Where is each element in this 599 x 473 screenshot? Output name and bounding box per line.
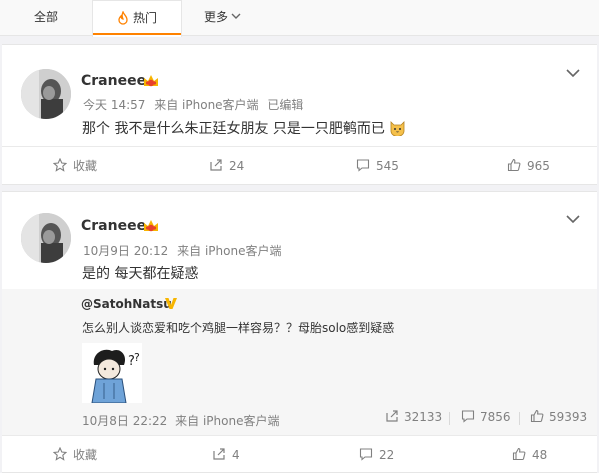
repost-repost-button[interactable]: 32133 <box>385 410 442 424</box>
post-text: 那个 我不是什么朱正廷女朋友 只是一只肥鹌而已 <box>82 118 406 138</box>
repost-count: 4 <box>232 448 240 462</box>
vip-crown-icon[interactable] <box>142 73 160 89</box>
edited-label[interactable]: 已编辑 <box>267 98 303 112</box>
repost-count: 24 <box>229 159 245 173</box>
repost-meta: 10月8日 22:22 来自 iPhone客户端 <box>82 412 283 429</box>
avatar[interactable] <box>21 213 71 263</box>
tab-hot[interactable]: 热门 <box>92 0 182 37</box>
repost-comment-count: 7856 <box>480 410 511 424</box>
cat-emoji-icon <box>390 121 405 137</box>
action-bar: 收藏 24 545 965 <box>2 146 597 184</box>
post-card: Craneee 今天 14:57 来自 iPhone客户端 已编辑 那个 我不是… <box>2 44 597 185</box>
chevron-down-icon[interactable] <box>566 214 580 224</box>
comment-button[interactable]: 545 <box>356 147 399 185</box>
username[interactable]: Craneee <box>81 73 146 89</box>
like-count: 48 <box>532 448 548 462</box>
post-meta: 今天 14:57 来自 iPhone客户端 已编辑 <box>83 96 308 113</box>
svg-text:?: ? <box>134 351 140 364</box>
active-tab-indicator <box>93 33 181 35</box>
favorite-button[interactable]: 收藏 <box>52 147 98 185</box>
divider <box>519 412 520 425</box>
repost-time[interactable]: 10月8日 22:22 <box>82 414 167 428</box>
tab-all[interactable]: 全部 <box>34 0 58 36</box>
star-icon <box>52 446 68 461</box>
tab-bar: 全部 热门 更多 <box>0 0 599 37</box>
favorite-button[interactable]: 收藏 <box>52 436 98 473</box>
repost-like-count: 59393 <box>549 410 588 424</box>
like-button[interactable]: 48 <box>512 436 547 473</box>
repost-comment-button[interactable]: 7856 <box>461 410 511 424</box>
chevron-down-icon <box>231 13 241 19</box>
thumbs-up-icon <box>507 158 521 172</box>
post-time[interactable]: 今天 14:57 <box>83 98 145 112</box>
post-source[interactable]: 来自 iPhone客户端 <box>177 244 281 258</box>
avatar[interactable] <box>21 69 71 119</box>
repost-icon <box>386 410 398 422</box>
post-time[interactable]: 10月9日 20:12 <box>83 244 168 258</box>
post-text-body: 那个 我不是什么朱正廷女朋友 只是一只肥鹌而已 <box>82 121 385 137</box>
repost-text: 怎么别人谈恋爱和吃个鸡腿一样容易？？母胎solo感到疑惑 <box>82 321 395 335</box>
flame-icon <box>118 10 128 25</box>
repost-repost-count: 32133 <box>404 410 443 424</box>
tab-more-label: 更多 <box>204 10 229 24</box>
repost-like-button[interactable]: 59393 <box>530 409 588 424</box>
star-icon <box>52 157 68 172</box>
repost-icon <box>210 159 222 171</box>
favorite-label: 收藏 <box>73 159 98 173</box>
comment-count: 545 <box>376 159 399 173</box>
repost-button[interactable]: 24 <box>209 147 244 185</box>
thumbs-up-icon <box>512 447 526 461</box>
repost-image-thumbnail[interactable]: ? ? <box>82 343 142 404</box>
action-bar: 收藏 4 22 48 <box>2 435 597 473</box>
reposted-content: @SatohNatsu 怎么别人谈恋爱和吃个鸡腿一样容易？？母胎solo感到疑惑… <box>2 289 597 435</box>
repost-button[interactable]: 4 <box>212 436 240 473</box>
divider <box>449 412 450 425</box>
comment-icon <box>359 448 373 461</box>
favorite-label: 收藏 <box>73 448 98 462</box>
chevron-down-icon[interactable] <box>566 68 580 78</box>
post-meta: 10月9日 20:12 来自 iPhone客户端 <box>83 242 286 259</box>
username[interactable]: Craneee <box>81 218 146 234</box>
verified-v-icon <box>165 298 177 309</box>
thumbs-up-icon <box>530 409 544 423</box>
repost-username[interactable]: @SatohNatsu <box>81 297 172 311</box>
like-button[interactable]: 965 <box>507 147 550 185</box>
repost-icon <box>213 448 225 460</box>
comment-icon <box>356 159 370 172</box>
comment-count: 22 <box>379 448 395 462</box>
post-text: 是的 每天都在疑惑 <box>82 266 199 282</box>
comment-icon <box>461 410 475 423</box>
post-card: Craneee 10月9日 20:12 来自 iPhone客户端 是的 每天都在… <box>2 191 597 473</box>
tab-hot-label: 热门 <box>132 11 157 25</box>
tab-more[interactable]: 更多 <box>204 0 241 36</box>
post-source[interactable]: 来自 iPhone客户端 <box>154 98 258 112</box>
comment-button[interactable]: 22 <box>359 436 394 473</box>
repost-source[interactable]: 来自 iPhone客户端 <box>175 414 279 428</box>
like-count: 965 <box>527 159 550 173</box>
vip-crown-icon[interactable] <box>142 218 160 234</box>
